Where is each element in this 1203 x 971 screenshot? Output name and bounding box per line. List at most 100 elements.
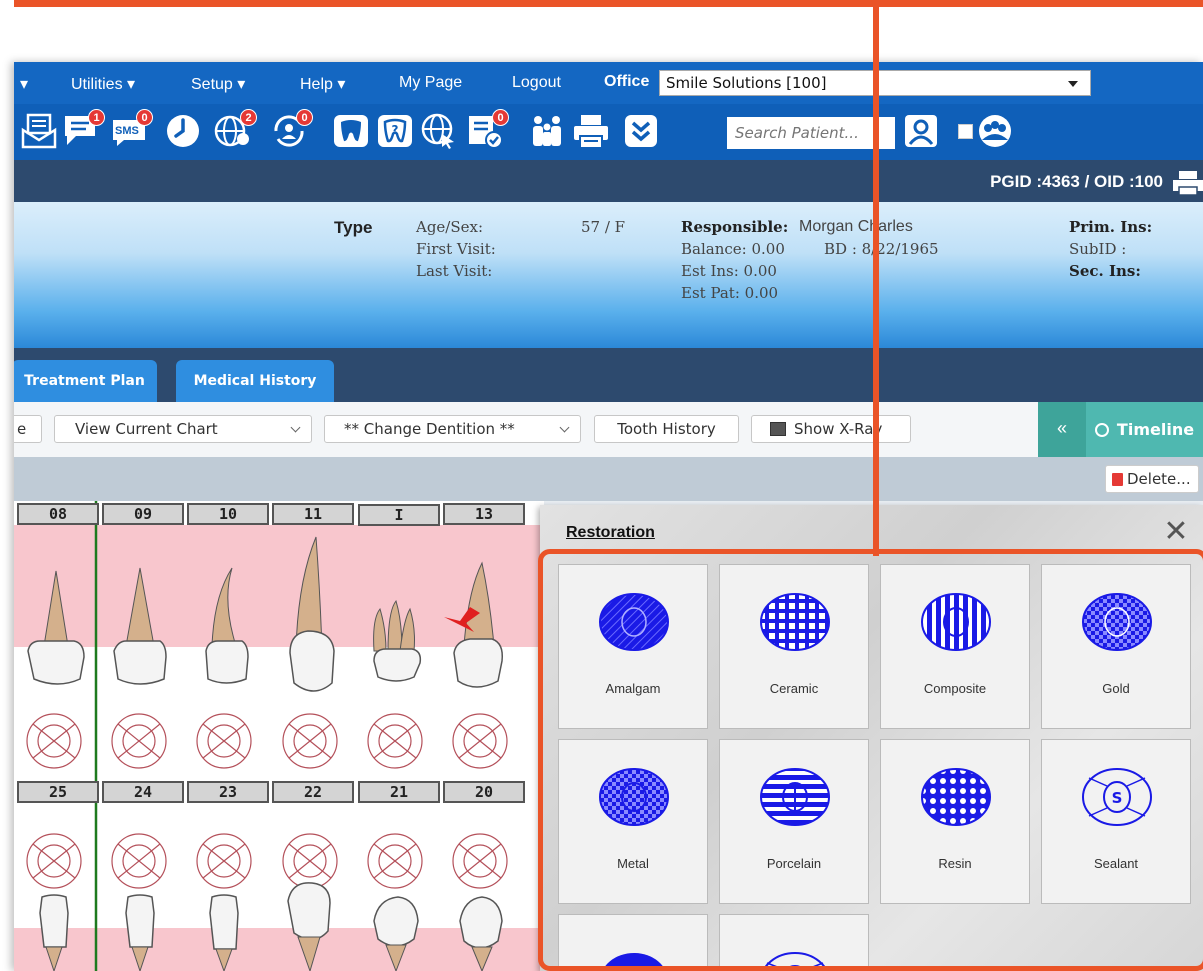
tooth-icon[interactable] [332,112,370,150]
menu-item-my-page[interactable]: My Page [399,74,462,92]
print-icon[interactable] [1171,170,1203,196]
messages-icon[interactable]: 1 [62,109,105,150]
primary-insurance-label: Prim. Ins: [1069,218,1153,236]
show-xray-button[interactable]: Show X-Ray [751,415,911,443]
tooth-number-23[interactable]: 23 [187,781,269,803]
help-tooth-icon[interactable]: ? [376,112,414,150]
sealant-label: Sealant [1093,856,1139,871]
svg-text:S: S [1112,789,1123,807]
secondary-insurance-label: Sec. Ins: [1069,262,1141,280]
metal-label: Metal [617,856,649,871]
chevron-double-down-icon[interactable] [622,112,660,150]
globe-users-icon[interactable]: 2 [214,109,257,150]
sync-user-icon[interactable]: 0 [270,109,313,150]
first-visit-label: First Visit: [416,240,496,258]
outline-pattern-icon [762,952,828,971]
restoration-ceramic-tile[interactable]: Ceramic [719,564,869,729]
gold-label: Gold [1102,681,1130,696]
search-patient-input[interactable] [727,117,895,149]
tooth-number-13[interactable]: 13 [443,503,525,525]
chevron-down-icon [1068,81,1078,87]
menu-item-help[interactable]: Help ▾ [300,74,345,94]
collapse-timeline-button[interactable]: « [1038,402,1086,457]
trash-icon [1112,472,1123,486]
tooth-history-button[interactable]: Tooth History [594,415,739,443]
restoration-composite-tile[interactable]: Composite [880,564,1030,729]
restoration-solid-tile[interactable] [558,914,708,971]
chart-header-band [14,457,1203,501]
tooth-chart-graphic [14,501,544,971]
tooth-number-20[interactable]: 20 [443,781,525,803]
responsible-label: Responsible: [681,218,789,236]
composite-label: Composite [923,681,987,696]
restoration-outline-tile[interactable] [719,914,869,971]
porcelain-pattern-icon [760,768,830,826]
restoration-gold-tile[interactable]: Gold [1041,564,1191,729]
birth-date: BD : 8/22/1965 [824,240,939,258]
solid-fill-icon [602,953,666,971]
sms-badge: 0 [136,109,153,126]
tooth-number-08[interactable]: 08 [17,503,99,525]
tooth-number-09[interactable]: 09 [102,503,184,525]
dentition-select-value: ** Change Dentition ** [344,420,515,438]
tooth-number-25[interactable]: 25 [17,781,99,803]
gold-pattern-icon [1082,593,1152,651]
view-chart-select-value: View Current Chart [75,420,218,438]
est-pat-value: Est Pat: 0.00 [681,284,779,302]
dialog-title: Restoration [566,524,655,541]
printer-icon[interactable] [572,112,610,150]
annotation-line-top [14,0,1203,7]
tooth-number-21[interactable]: 21 [358,781,440,803]
chevron-down-icon [559,422,570,433]
amalgam-label: Amalgam [605,681,661,696]
sms-icon[interactable]: SMS 0 [110,109,153,150]
timeline-button[interactable]: Timeline [1086,402,1203,457]
checklist-icon[interactable]: 0 [466,109,509,150]
tooth-number-i[interactable]: I [358,504,440,526]
restoration-amalgam-tile[interactable]: Amalgam [558,564,708,729]
ceramic-pattern-icon [760,593,830,651]
menu-item-prev[interactable]: ▾ [20,74,28,94]
est-ins-value: Est Ins: 0.00 [681,262,777,280]
patient-ids: PGID :4363 / OID :100 [990,172,1163,191]
restoration-dialog: Restoration ✕ Amalgam Ceramic Composite [540,505,1203,971]
porcelain-label: Porcelain [766,856,822,871]
patient-filter-checkbox[interactable] [958,124,973,139]
clock-icon[interactable] [164,112,202,150]
menu-item-utilities[interactable]: Utilities ▾ [71,74,135,94]
family-icon[interactable] [528,112,566,150]
tooth-number-24[interactable]: 24 [102,781,184,803]
xray-icon [770,422,786,436]
age-sex-value: 57 / F [581,218,626,236]
delete-button[interactable]: Delete... [1105,465,1199,493]
sms-icon-label: SMS [115,125,139,137]
chart-toolbar: e View Current Chart ** Change Dentition… [14,402,1203,457]
partial-button[interactable]: e [14,415,42,443]
patient-search-icon[interactable] [902,112,940,150]
composite-pattern-icon [921,593,991,651]
resin-label: Resin [938,856,972,871]
type-label: Type [334,218,373,237]
balance-value: Balance: 0.00 [681,240,785,258]
lower-occlusal-diagrams [26,833,508,889]
tab-medical-history[interactable]: Medical History [176,360,334,402]
restoration-porcelain-tile[interactable]: Porcelain [719,739,869,904]
metal-pattern-icon [599,768,669,826]
tooth-number-10[interactable]: 10 [187,503,269,525]
dentition-select[interactable]: ** Change Dentition ** [324,415,581,443]
menu-item-setup[interactable]: Setup ▾ [191,74,245,94]
close-icon[interactable]: ✕ [1163,517,1189,547]
restoration-metal-tile[interactable]: Metal [558,739,708,904]
globe-click-icon[interactable] [420,112,458,150]
view-chart-select[interactable]: View Current Chart [54,415,312,443]
mail-list-icon[interactable] [20,112,58,150]
tooth-number-22[interactable]: 22 [272,781,354,803]
restoration-resin-tile[interactable]: Resin [880,739,1030,904]
upper-gum [14,525,544,647]
restoration-sealant-tile[interactable]: S Sealant [1041,739,1191,904]
tooth-number-11[interactable]: 11 [272,503,354,525]
tab-treatment-plan[interactable]: Treatment Plan [14,360,157,402]
menu-item-logout[interactable]: Logout [512,74,561,92]
clock-icon [1094,422,1109,437]
group-search-icon[interactable] [976,112,1014,150]
